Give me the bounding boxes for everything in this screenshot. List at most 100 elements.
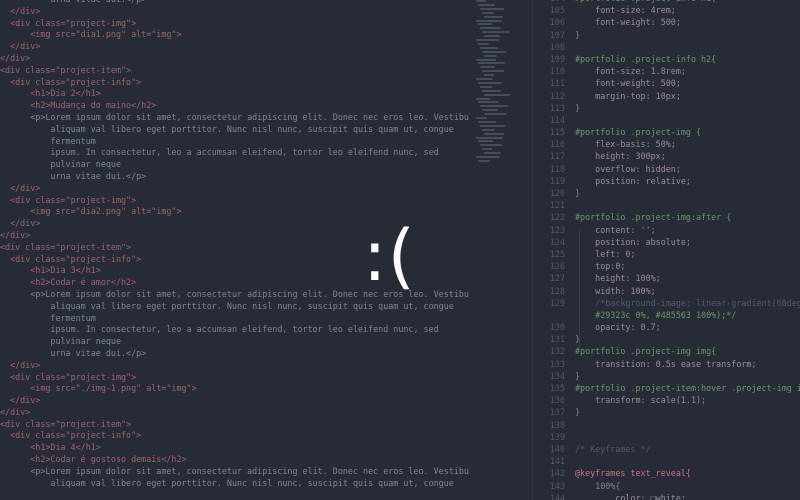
css-line-text: font-size: 4rem; — [575, 5, 676, 16]
minimap-line — [476, 19, 502, 22]
minimap-line — [476, 78, 493, 80]
html-code-line: <div class="project-item"> — [0, 64, 132, 75]
css-code-line: 121 — [533, 199, 800, 211]
css-code-line: 138 — [533, 419, 800, 431]
css-code-line: 118 overflow: hidden; — [533, 163, 800, 175]
minimap-line — [478, 101, 499, 104]
css-line-text: } — [575, 370, 581, 381]
css-code-line: 126 top:0; — [533, 260, 800, 272]
line-number: 135 — [549, 383, 565, 393]
css-line-text: height: 300px; — [575, 151, 666, 162]
html-code-line: <div class="project-img"> — [0, 194, 137, 205]
minimap-line — [476, 0, 486, 2]
minimap-line — [480, 144, 502, 147]
line-number: 117 — [549, 151, 565, 162]
css-code-line: #29323c 0%, #485563 100%);*/ — [533, 309, 800, 321]
line-number: 123 — [549, 224, 565, 235]
html-code-line: </div> — [0, 395, 41, 406]
line-number: 141 — [549, 456, 565, 467]
css-line-text: #portfolio .project-item:hover .project-… — [575, 383, 800, 393]
indent-guide — [579, 230, 580, 350]
html-code-line: <h2>Codar é gostoso demais</h2> — [0, 454, 187, 465]
minimap-line — [482, 11, 494, 14]
css-code-line: 137} — [533, 406, 800, 418]
html-code-line: fermentum — [0, 135, 96, 146]
html-code-line: <div class="project-info"> — [0, 430, 142, 441]
css-line-text: transition: 0.5s ease transform; — [575, 358, 757, 369]
css-code-line: 108 — [533, 41, 800, 53]
minimap-line — [484, 113, 507, 116]
minimap-line — [484, 152, 501, 155]
css-line-text: content: ''; — [575, 224, 656, 235]
line-number: 144 — [549, 492, 565, 500]
minimap-line — [476, 58, 496, 61]
html-code-line: </div> — [0, 5, 41, 16]
css-code-line: 107} — [533, 29, 800, 41]
html-code-line: aliquam val libero eget porttitor. Nunc … — [0, 477, 454, 488]
minimap-line — [478, 3, 495, 6]
minimap-line — [476, 39, 499, 41]
html-code-line: aliquam val libero eget porttitor. Nunc … — [0, 123, 454, 134]
line-number: 138 — [549, 419, 565, 430]
minimap-line — [482, 50, 507, 53]
css-line-text: } — [575, 102, 581, 113]
css-line-text: width: 100%; — [575, 285, 656, 296]
line-number: 136 — [549, 395, 565, 406]
css-line-text: @keyframes text_reveal{ — [575, 468, 691, 479]
css-line-text: /* Keyframes */ — [575, 443, 651, 454]
css-code-line: 122 #portfolio .project-img:after { — [533, 211, 800, 223]
css-line-text: transform: scale(1.1); — [575, 395, 707, 406]
line-number: 105 — [549, 5, 565, 16]
minimap-line — [478, 120, 496, 123]
css-line-text: margin-top: 10px; — [575, 90, 681, 101]
minimap-line — [478, 159, 490, 162]
css-code-line: 128 width: 100%; — [533, 285, 800, 297]
css-line-text: font-weight: 500; — [575, 78, 681, 89]
error-screen: urna vitae dui.</p> </div> <div class="p… — [0, 0, 800, 500]
css-line-text: font-size: 1.8rem; — [575, 66, 686, 77]
css-code-line: 114 — [533, 114, 800, 126]
html-code-line: </div> — [0, 359, 41, 370]
html-code-line: <div class="project-item"> — [0, 418, 132, 429]
css-line-text: opacity: 0.7; — [575, 322, 661, 333]
minimap-line — [478, 23, 492, 26]
line-number: 133 — [549, 358, 565, 369]
css-line-text: left: 0; — [575, 248, 636, 259]
html-code-line: </div> — [0, 406, 31, 417]
minimap-line — [482, 148, 492, 151]
css-code-line: 115 #portfolio .project-img { — [533, 126, 800, 138]
line-number: 113 — [549, 102, 565, 113]
html-code-line: </div> — [0, 41, 41, 52]
minimap-line — [480, 7, 504, 10]
css-code-line: 116 flex-basis: 50%; — [533, 138, 800, 150]
html-code-line: pulvinar neque — [0, 336, 122, 347]
minimap-line — [482, 109, 498, 112]
html-code-line: <div class="project-info"> — [0, 76, 142, 87]
line-number: 112 — [549, 90, 565, 101]
line-number: 106 — [549, 17, 565, 28]
css-line-text: #portfolio .project-img:after { — [575, 212, 732, 223]
line-number: 126 — [549, 261, 565, 272]
css-code-line: 105 font-size: 4rem; — [533, 4, 800, 16]
minimap-line — [480, 124, 505, 127]
html-code-line: ipsum. In consectetur, leo a accumsan el… — [0, 324, 439, 335]
css-code-editor: 104#portfolio .project-info h1{105 font-… — [532, 0, 800, 500]
css-code-line: 123 content: ''; — [533, 224, 800, 236]
css-code-line: 141 — [533, 455, 800, 467]
css-line-text: overflow: hidden; — [575, 163, 681, 174]
css-line-text: color: □white; — [575, 492, 686, 500]
css-code-line: 117 height: 300px; — [533, 150, 800, 162]
minimap-line — [484, 54, 497, 57]
css-code-line: 109 #portfolio .project-info h2{ — [533, 53, 800, 65]
minimap-line — [476, 97, 490, 100]
line-number: 127 — [549, 273, 565, 284]
minimap-line — [480, 66, 495, 69]
css-line-text: } — [575, 407, 581, 418]
html-code-line: <h1>Dia 2</h1> — [0, 88, 101, 99]
line-number: 114 — [549, 114, 565, 125]
minimap-line — [484, 15, 503, 18]
html-code-line: <img src="./img-1.png" alt="img"> — [0, 383, 197, 394]
css-line-text: top:0; — [575, 261, 626, 272]
css-code-line: 120} — [533, 187, 800, 199]
css-code-line: 132 #portfolio .project-img img{ — [533, 345, 800, 357]
